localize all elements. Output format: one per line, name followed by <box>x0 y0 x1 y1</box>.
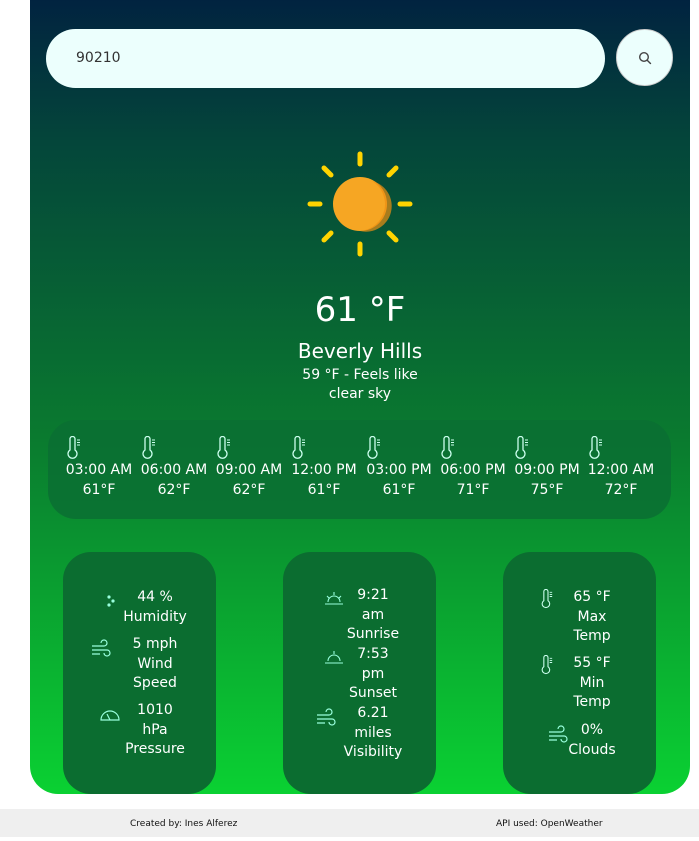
thermometer-icon <box>367 436 380 459</box>
humidity-value: 44 % <box>137 589 173 605</box>
details-card-sun: 9:21 am Sunrise 7:53 pm Sunset 6.21 mile… <box>283 552 436 794</box>
clouds-value: 0% <box>580 722 604 738</box>
sun-icon <box>307 151 413 257</box>
footer: Created by: Ines Alferez API used: OpenW… <box>0 809 699 837</box>
forecast-time: 03:00 AM <box>65 462 133 478</box>
forecast-temp: 71°F <box>456 482 490 498</box>
feels-like: 59 °F - Feels like <box>302 367 418 383</box>
forecast-item: 06:00 AM 62°F <box>137 436 211 501</box>
search-input[interactable] <box>46 29 605 88</box>
forecast-temp: 72°F <box>604 482 638 498</box>
wind-icon <box>92 639 111 657</box>
min-temp-label-1: Min <box>579 674 605 691</box>
weather-description: clear sky <box>328 386 392 402</box>
footer-credit: Created by: Ines Alferez <box>130 819 238 829</box>
max-temp-label-2: Temp <box>573 628 611 644</box>
thermometer-icon <box>292 436 305 459</box>
thermometer-icon <box>217 436 230 459</box>
forecast-time: 12:00 AM <box>587 462 655 478</box>
forecast-time: 12:00 PM <box>291 462 357 478</box>
forecast-temp: 61°F <box>82 482 116 498</box>
clouds-label: Clouds <box>568 741 616 758</box>
forecast-time: 06:00 PM <box>440 462 506 478</box>
pressure-value: 1010 <box>137 702 173 718</box>
forecast-item: 09:00 AM 62°F <box>212 436 286 501</box>
visibility-label: Visibility <box>343 744 403 760</box>
sunrise-time: 9:21 <box>357 587 389 603</box>
thermometer-icon <box>441 436 454 459</box>
pressure-label: Pressure <box>125 741 185 757</box>
forecast-item: 12:00 PM 61°F <box>287 436 361 501</box>
thermometer-icon <box>515 436 528 459</box>
forecast-temp: 61°F <box>307 482 341 498</box>
humidity-label: Humidity <box>123 608 187 625</box>
forecast-time: 09:00 PM <box>514 462 580 478</box>
forecast-item: 03:00 AM 61°F <box>62 436 136 501</box>
forecast-temp: 75°F <box>530 482 564 498</box>
min-temp-label-2: Temp <box>573 694 611 710</box>
hourly-forecast: 03:00 AM 61°F 06:00 AM 62°F 09:00 AM 62°… <box>48 420 671 519</box>
forecast-temp: 62°F <box>157 482 191 498</box>
forecast-time: 06:00 AM <box>140 462 208 478</box>
sunset-label: Sunset <box>348 685 398 701</box>
weather-app: 61 °F Beverly Hills 59 °F - Feels like c… <box>30 0 690 794</box>
forecast-temp: 61°F <box>382 482 416 498</box>
search-icon <box>638 51 651 64</box>
thermometer-icon <box>589 436 602 459</box>
visibility-unit: miles <box>354 724 392 741</box>
forecast-time: 03:00 PM <box>366 462 432 478</box>
max-temp-value: 65 °F <box>573 589 611 605</box>
forecast-item: 12:00 AM 72°F <box>584 436 658 501</box>
forecast-temp: 62°F <box>232 482 266 498</box>
current-temperature: 61 °F <box>314 290 406 330</box>
sunset-time: 7:53 <box>357 646 389 662</box>
wind-label-1: Wind <box>137 655 173 672</box>
pressure-unit: hPa <box>142 721 168 738</box>
thermometer-icon <box>142 436 155 459</box>
forecast-item: 03:00 PM 61°F <box>362 436 436 501</box>
wind-label-2: Speed <box>133 675 177 691</box>
forecast-time: 09:00 AM <box>215 462 283 478</box>
sunrise-ampm: am <box>361 606 385 623</box>
details-card-temperature: 65 °F Max Temp 55 °F Min Temp 0% Clouds <box>503 552 656 794</box>
sunrise-label: Sunrise <box>346 626 400 642</box>
thermometer-icon <box>67 436 80 459</box>
city-name: Beverly Hills <box>297 339 423 363</box>
wind-value: 5 mph <box>132 636 178 652</box>
forecast-item: 06:00 PM 71°F <box>436 436 510 501</box>
details-card-atmosphere: 44 % Humidity 5 mph Wind Speed 1010 hPa … <box>63 552 216 794</box>
forecast-item: 09:00 PM 75°F <box>510 436 584 501</box>
footer-api: API used: OpenWeather <box>496 819 603 829</box>
max-temp-label-1: Max <box>577 608 607 625</box>
sunset-ampm: pm <box>361 665 385 682</box>
visibility-value: 6.21 <box>357 705 389 721</box>
search-button[interactable] <box>616 29 673 86</box>
min-temp-value: 55 °F <box>573 655 611 671</box>
